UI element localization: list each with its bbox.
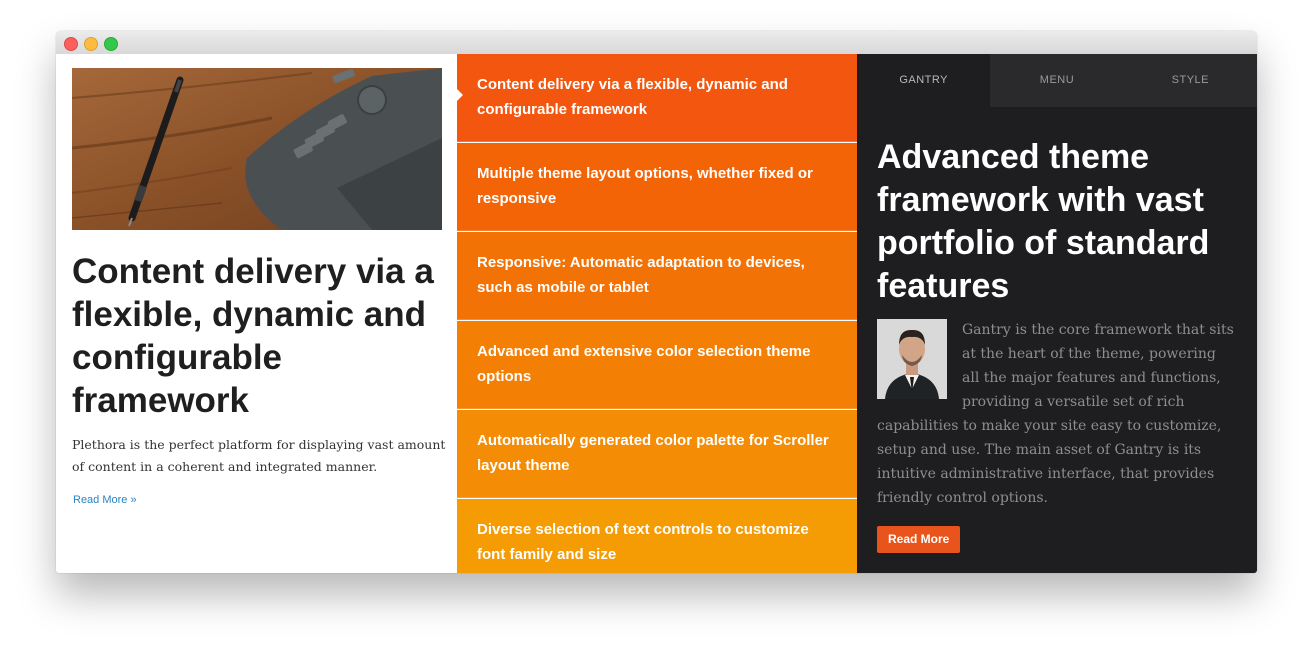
feature-label: Advanced and extensive color selection t…	[477, 343, 811, 385]
close-window-icon[interactable]	[64, 37, 78, 51]
active-indicator-arrow-icon	[456, 88, 463, 102]
right-panel: GANTRY MENU STYLE Advanced theme framewo…	[857, 54, 1257, 573]
feature-item-5[interactable]: Automatically generated color palette fo…	[457, 410, 857, 498]
left-feature-title: Content delivery via a flexible, dynamic…	[72, 252, 434, 420]
browser-window: Content delivery via a flexible, dynamic…	[56, 31, 1257, 573]
man-in-suit-portrait-icon	[877, 319, 947, 399]
minimize-window-icon[interactable]	[84, 37, 98, 51]
drawing-tablet-icon	[72, 68, 442, 230]
feature-label: Content delivery via a flexible, dynamic…	[477, 76, 788, 118]
feature-item-3[interactable]: Responsive: Automatic adaptation to devi…	[457, 232, 857, 320]
avatar	[877, 319, 947, 399]
tab-bar: GANTRY MENU STYLE	[857, 54, 1257, 107]
feature-label: Diverse selection of text controls to cu…	[477, 521, 809, 563]
window-titlebar	[56, 31, 1257, 55]
tab-menu[interactable]: MENU	[990, 54, 1123, 107]
feature-item-2[interactable]: Multiple theme layout options, whether f…	[457, 143, 857, 231]
tab-gantry[interactable]: GANTRY	[857, 54, 991, 107]
feature-item-4[interactable]: Advanced and extensive color selection t…	[457, 321, 857, 409]
feature-label: Responsive: Automatic adaptation to devi…	[477, 254, 805, 296]
read-more-button[interactable]: Read More	[877, 526, 961, 553]
read-more-link[interactable]: Read More »	[73, 494, 137, 506]
right-panel-title: Advanced theme framework with vast portf…	[877, 138, 1210, 305]
feature-item-1[interactable]: Content delivery via a flexible, dynamic…	[456, 54, 857, 142]
zoom-window-icon[interactable]	[104, 37, 118, 51]
left-feature-description: Plethora is the perfect platform for dis…	[72, 437, 446, 474]
feature-item-6[interactable]: Diverse selection of text controls to cu…	[457, 499, 857, 573]
feature-label: Automatically generated color palette fo…	[477, 432, 829, 474]
tablet-photo	[72, 68, 442, 230]
right-panel-body: Gantry is the core framework that sits a…	[877, 318, 1237, 510]
tab-style[interactable]: STYLE	[1124, 54, 1257, 107]
feature-label: Multiple theme layout options, whether f…	[477, 165, 813, 207]
page-content: Content delivery via a flexible, dynamic…	[56, 54, 1257, 573]
left-column: Content delivery via a flexible, dynamic…	[56, 54, 457, 573]
feature-list: Content delivery via a flexible, dynamic…	[456, 54, 857, 573]
